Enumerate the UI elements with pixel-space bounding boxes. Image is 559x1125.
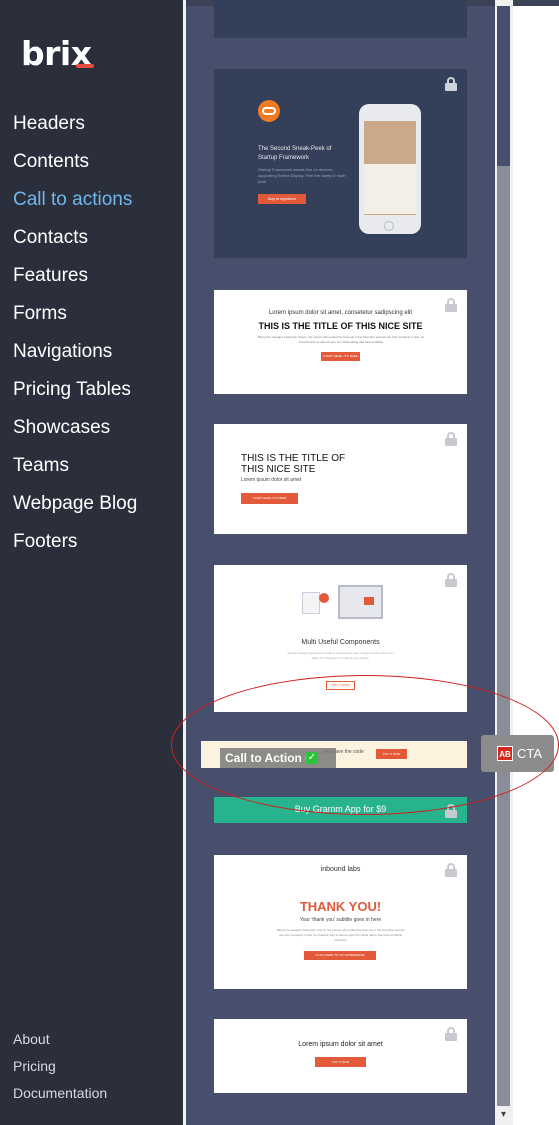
lock-icon[interactable]: [445, 432, 457, 446]
preview-body: Being the savage's bowsman, that is, the…: [276, 928, 405, 942]
logo-accent-bar: [76, 64, 94, 68]
preview-title-line1: THIS IS THE TITLE OF: [241, 453, 346, 464]
cta-drop-tag[interactable]: CTA: [481, 735, 554, 772]
block-preview-cta-3[interactable]: THIS IS THE TITLE OF THIS NICE SITE Lore…: [214, 424, 467, 534]
nav-item-contacts[interactable]: Contacts: [13, 227, 137, 265]
nav-item-navigations[interactable]: Navigations: [13, 341, 137, 379]
block-preview-cta-7[interactable]: Buy Gramm App for $9: [214, 797, 467, 823]
cta-tag-label: CTA: [517, 746, 543, 761]
nav-item-showcases[interactable]: Showcases: [13, 417, 137, 455]
check-icon: ✓: [306, 752, 318, 764]
lock-icon[interactable]: [445, 804, 457, 818]
link-documentation[interactable]: Documentation: [13, 1085, 107, 1112]
nav-item-footers[interactable]: Footers: [13, 531, 137, 569]
preview-subtitle: Your 'thank you' subtitle goes in here: [299, 917, 382, 923]
preview-button: CLICK HERE TO GO SOMEWHERE: [304, 951, 376, 960]
chevron-down-icon[interactable]: ▾: [497, 1107, 510, 1123]
block-preview-cta-8[interactable]: inbound labs THANK YOU! Your 'thank you'…: [214, 855, 467, 989]
preview-title: THIS IS THE TITLE OF THIS NICE SITE: [258, 321, 423, 331]
lock-icon[interactable]: [445, 1027, 457, 1041]
nav-item-pricing-tables[interactable]: Pricing Tables: [13, 379, 137, 417]
block-preview-cta-9[interactable]: Lorem ipsum dolor sit amet TRY IT NOW: [214, 1019, 467, 1093]
nav-item-teams[interactable]: Teams: [13, 455, 137, 493]
preview-button: TRY IT NOW: [376, 749, 407, 759]
scrollbar-thumb[interactable]: [497, 6, 510, 166]
block-preview-cta-4[interactable]: Multi Useful Components Startup Design F…: [214, 565, 467, 712]
sidebar: brix Headers Contents Call to actions Co…: [0, 0, 183, 1125]
preview-button: TRY IT NOW: [326, 681, 355, 690]
nav-item-call-to-actions[interactable]: Call to actions: [13, 189, 137, 227]
block-preview-cta-2[interactable]: Lorem ipsum dolor sit amet, consetetur s…: [214, 290, 467, 394]
preview-title-line2: THIS NICE SITE: [241, 464, 316, 475]
preview-title: THANK YOU!: [299, 899, 382, 914]
lock-icon[interactable]: [445, 573, 457, 587]
monitor-illustration-icon: [338, 585, 383, 619]
preview-subtitle: Lorem ipsum dolor sit amet, consetetur s…: [268, 310, 413, 316]
block-preview-cta-1[interactable]: The Second Sneak-Peek of Startup Framewo…: [214, 69, 467, 258]
preview-body: Startup Design Framework contains compon…: [287, 651, 394, 660]
file-illustration-icon: [302, 592, 320, 614]
footer-links: About Pricing Documentation: [13, 1031, 107, 1112]
lock-icon[interactable]: [445, 77, 457, 91]
nav-item-forms[interactable]: Forms: [13, 303, 137, 341]
preview-brand: inbound labs: [320, 866, 361, 873]
link-pricing[interactable]: Pricing: [13, 1058, 107, 1085]
link-about[interactable]: About: [13, 1031, 107, 1058]
preview-heading: The Second Sneak-Peek of Startup Framewo…: [258, 146, 332, 161]
nav-item-contents[interactable]: Contents: [13, 151, 137, 189]
preview-title: Multi Useful Components: [301, 639, 380, 646]
drag-block-label: Call to Action 6: [220, 748, 336, 768]
preview-body: Startup Framework assets fine on devices…: [258, 167, 346, 184]
phone-mockup: [359, 104, 421, 234]
dot-illustration-icon: [319, 593, 329, 603]
preview-title: Lorem ipsum dolor sit amet: [298, 1041, 383, 1048]
preview-button: Buy in Appstore: [258, 194, 306, 204]
nav-item-headers[interactable]: Headers: [13, 113, 137, 151]
preview-text: Buy Gramm App for $9: [294, 804, 387, 814]
preview-subtitle: Lorem ipsum dolor sit amet: [241, 477, 302, 483]
block-preview-partial[interactable]: [214, 0, 467, 38]
ab-badge-icon: AB: [497, 746, 513, 761]
nav-item-webpage-blog[interactable]: Webpage Blog: [13, 493, 137, 531]
nav-item-features[interactable]: Features: [13, 265, 137, 303]
preview-button: START HERE, IT'S FREE: [321, 352, 360, 361]
preview-button: TRY IT NOW: [315, 1057, 366, 1067]
scrollbar-track[interactable]: [497, 6, 510, 1106]
infinity-logo-icon: [258, 100, 280, 122]
preview-body: Being the savage's bowsman, that is, the…: [258, 335, 424, 344]
preview-button: START HERE IT'S FREE: [241, 493, 298, 504]
category-nav: Headers Contents Call to actions Contact…: [13, 113, 137, 569]
